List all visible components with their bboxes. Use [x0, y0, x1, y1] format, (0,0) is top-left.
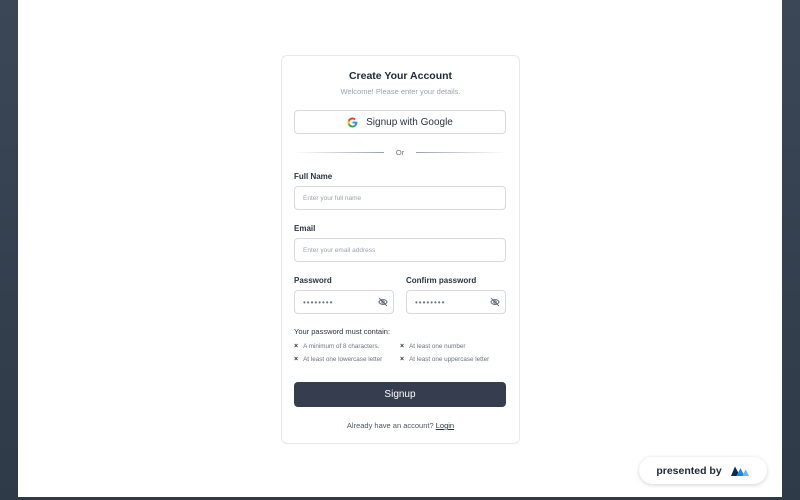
email-label: Email: [294, 224, 316, 233]
requirement-text: At least one lowercase letter: [303, 356, 383, 363]
x-icon: ×: [400, 343, 405, 350]
signup-with-google-button[interactable]: Signup with Google: [294, 110, 506, 134]
brand-logo-icon: [730, 466, 749, 476]
login-prompt-text: Already have an account?: [346, 421, 434, 430]
password-field: [294, 290, 394, 314]
requirement-text: A minimum of 8 characters.: [303, 343, 380, 350]
divider-text: Or: [395, 147, 405, 157]
x-icon: ×: [294, 356, 299, 363]
requirement-item: × A minimum of 8 characters.: [294, 343, 379, 350]
requirement-item: × At least one lowercase letter: [294, 356, 382, 363]
password-requirements-title: Your password must contain:: [294, 327, 391, 336]
divider-line-left: [294, 151, 384, 153]
confirm-password-field: [406, 290, 506, 314]
requirement-item: × At least one uppercase letter: [400, 356, 489, 363]
eye-off-icon[interactable]: [378, 297, 388, 307]
password-label: Password: [294, 276, 332, 285]
form-title: Create Your Account: [348, 70, 453, 82]
requirement-text: At least one uppercase letter: [409, 356, 490, 363]
requirement-text: At least one number: [409, 343, 466, 350]
divider-line-right: [416, 151, 506, 153]
full-name-label: Full Name: [294, 172, 333, 181]
requirement-item: × At least one number: [400, 343, 465, 350]
full-name-input[interactable]: [294, 186, 506, 210]
signup-card: Create Your Account Welcome! Please ente…: [281, 55, 520, 444]
login-prompt-row: Already have an account? Login: [282, 421, 519, 430]
form-subtitle: Welcome! Please enter your details.: [340, 87, 461, 96]
presented-by-text: presented by: [656, 464, 722, 477]
presented-by-badge[interactable]: presented by: [639, 457, 767, 484]
x-icon: ×: [294, 343, 299, 350]
or-divider: Or: [294, 147, 506, 157]
page-canvas: Create Your Account Welcome! Please ente…: [18, 0, 782, 497]
google-button-label: Signup with Google: [366, 116, 453, 128]
x-icon: ×: [400, 356, 405, 363]
eye-off-icon[interactable]: [490, 297, 500, 307]
google-icon: [347, 116, 358, 128]
signup-button[interactable]: Signup: [294, 382, 506, 407]
confirm-password-label: Confirm password: [406, 276, 477, 285]
login-link[interactable]: Login: [436, 421, 454, 430]
email-input[interactable]: [294, 238, 506, 262]
